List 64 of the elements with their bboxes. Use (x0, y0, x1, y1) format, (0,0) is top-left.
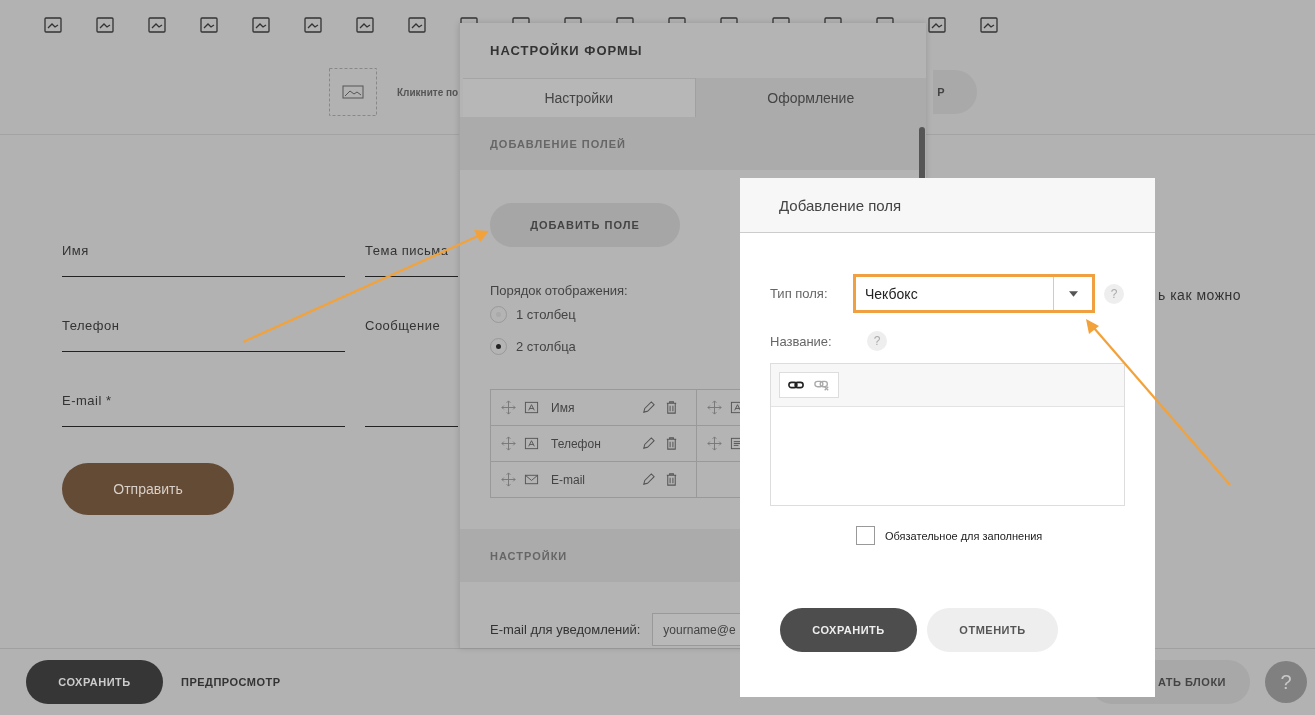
field-name: E-mail (551, 472, 586, 487)
move-icon[interactable] (501, 436, 516, 451)
toolbar-tool-icon[interactable] (406, 14, 428, 36)
tab[interactable]: Оформление (694, 78, 926, 117)
move-icon[interactable] (707, 436, 722, 451)
toolbar-tool-icon[interactable] (926, 14, 948, 36)
toolbar-tool-icon[interactable] (510, 14, 532, 23)
field-name: Имя (551, 400, 576, 415)
add-field-button[interactable]: ДОБАВИТЬ ПОЛЕ (490, 203, 680, 247)
pencil-icon[interactable] (641, 472, 656, 487)
radio-label: 2 столбца (516, 338, 576, 354)
toolbar-tool-icon[interactable] (250, 14, 272, 36)
section-header: ДОБАВЛЕНИЕ ПОЛЕЙ (460, 117, 926, 170)
form-input-line[interactable]: E-mail * (62, 384, 345, 427)
toolbar-tool-icon[interactable] (874, 14, 896, 23)
save-button[interactable]: СОХРАНИТЬ (780, 608, 917, 652)
toolbar-tool-icon[interactable] (978, 14, 1000, 36)
trash-icon[interactable] (664, 472, 679, 487)
field-type-dropdown[interactable]: Чекбокс (853, 274, 1095, 313)
toolbar-tool-icon[interactable] (562, 14, 584, 23)
toolbar-tool-icon[interactable] (458, 14, 480, 23)
unlink-icon[interactable] (814, 379, 830, 391)
toolbar-tool-icon[interactable] (198, 14, 220, 36)
pencil-icon[interactable] (641, 436, 656, 451)
field-type-label: Тип поля: (770, 286, 829, 301)
dialog-title: Добавление поля (740, 178, 1155, 233)
form-input-line[interactable]: Имя (62, 234, 345, 277)
toolbar-tool-icon[interactable] (614, 14, 636, 23)
cancel-button[interactable]: ОТМЕНИТЬ (927, 608, 1058, 652)
toolbar-tool-icon[interactable] (666, 14, 688, 23)
move-icon[interactable] (501, 400, 516, 415)
toolbar-tool-icon[interactable] (42, 14, 64, 36)
link-icon[interactable] (788, 379, 804, 391)
envelope-icon (524, 472, 539, 487)
notify-email-label: E-mail для уведомлений: (490, 622, 641, 637)
radio-label: 1 столбец (516, 306, 576, 322)
caret-icon (1068, 290, 1078, 297)
toolbar-tool-icon[interactable] (770, 14, 792, 23)
form-description: ь как можно (1158, 287, 1242, 303)
cover-caption: Кликните по (397, 86, 459, 98)
required-checkbox[interactable] (856, 526, 875, 545)
toolbar-tool-icon[interactable] (354, 14, 376, 36)
move-icon[interactable] (707, 400, 722, 415)
trash-icon[interactable] (664, 400, 679, 415)
order-label: Порядок отображения: (490, 283, 628, 298)
text-field-icon (524, 436, 539, 451)
text-field-icon (524, 400, 539, 415)
pencil-icon[interactable] (641, 400, 656, 415)
toolbar-tool-icon[interactable] (718, 14, 740, 23)
toolbar-tool-icon[interactable] (822, 14, 844, 23)
cover-button[interactable]: Р (933, 70, 978, 114)
toolbar-tool-icon[interactable] (302, 14, 324, 36)
move-icon[interactable] (501, 472, 516, 487)
form-input-line[interactable]: Сообщение (365, 309, 458, 427)
toolbar-tool-icon[interactable] (94, 14, 116, 36)
preview-link[interactable]: ПРЕДПРОСМОТР (175, 675, 287, 689)
save-button[interactable]: СОХРАНИТЬ (26, 660, 163, 704)
field-name: Телефон (551, 436, 602, 451)
toolbar-tool-icon[interactable] (146, 14, 168, 36)
trash-icon[interactable] (664, 436, 679, 451)
name-label: Название: (770, 333, 833, 349)
form-input-line[interactable]: Телефон (62, 309, 345, 352)
panel-title: НАСТРОЙКИ ФОРМЫ (490, 42, 643, 60)
submit-button[interactable]: Отправить (62, 463, 234, 515)
